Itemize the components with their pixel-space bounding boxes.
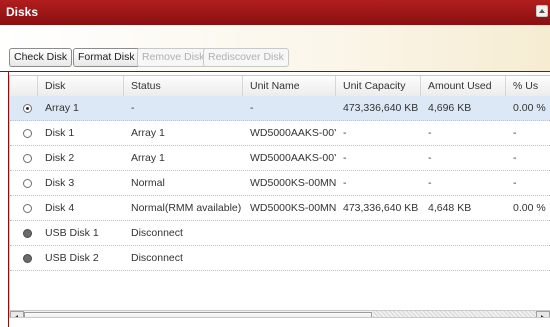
panel-titlebar: Disks (0, 0, 550, 25)
cell-used: - (428, 177, 432, 189)
cell-disk: Disk 1 (45, 127, 75, 139)
cell-pct: 0.00 % (513, 202, 546, 214)
table-row[interactable]: USB Disk 2 Disconnect (10, 246, 550, 271)
column-header-unit-capacity[interactable]: Unit Capacity (336, 76, 421, 96)
cell-unit: WD5000AAKS-00YGA (250, 152, 336, 164)
cell-capacity (336, 221, 421, 245)
cell-unit: WD5000KS-00MNB0 (250, 177, 336, 189)
table-row[interactable]: Array 1 - - 473,336,640 KB 4,696 KB 0.00 % (10, 96, 550, 121)
cell-pct: - (513, 152, 517, 164)
table-row[interactable]: Disk 3NormalWD5000KS-00MNB0--- (10, 171, 550, 196)
cell-pct: 0.00 % (513, 102, 546, 114)
cell-status: Array 1 (131, 152, 165, 164)
cell-pct: - (513, 127, 517, 139)
cell-capacity: - (343, 152, 347, 164)
column-header-disk[interactable]: Disk (38, 76, 124, 96)
cell-capacity: - (343, 127, 347, 139)
cell-disk: USB Disk 2 (45, 252, 99, 264)
cell-used: 4,696 KB (428, 102, 472, 114)
collapse-icon[interactable] (536, 5, 548, 17)
row-radio-button[interactable] (23, 104, 32, 113)
row-radio-button[interactable] (23, 129, 32, 138)
row-radio-button[interactable] (23, 154, 32, 163)
cell-capacity: 473,336,640 KB (343, 202, 419, 214)
horizontal-scrollbar[interactable] (10, 310, 550, 317)
cell-status: Normal (131, 177, 165, 189)
row-radio-button[interactable] (23, 204, 32, 213)
table-row[interactable]: Disk 4 Normal(RMM available) WD5000KS-00MN… (10, 196, 550, 221)
rediscover-disk-button: Rediscover Disk (203, 48, 289, 67)
cell-disk: Disk 3 (45, 177, 75, 189)
table-row[interactable]: USB Disk 1 Disconnect (10, 221, 550, 246)
cell-capacity (336, 246, 421, 270)
cell-unit (243, 221, 336, 245)
column-header-percent-used[interactable]: % Us (506, 76, 550, 96)
remove-disk-button: Remove Disk (137, 48, 210, 67)
cell-status: Disconnect (131, 252, 183, 264)
scroll-right-icon[interactable] (536, 311, 550, 317)
disks-panel: Disks Check Disk Format Disk Remove Disk… (0, 0, 550, 327)
row-radio-button (23, 229, 32, 238)
column-header-status[interactable]: Status (124, 76, 243, 96)
disk-table: Disk Status Unit Name Unit Capacity Amou… (9, 75, 550, 318)
check-disk-button[interactable]: Check Disk (9, 48, 73, 67)
table-row[interactable]: Disk 2Array 1WD5000AAKS-00YGA--- (10, 146, 550, 171)
row-radio-button (23, 254, 32, 263)
cell-disk: Array 1 (45, 102, 79, 114)
cell-used (421, 221, 506, 245)
divider (0, 71, 550, 72)
column-header-unit-name[interactable]: Unit Name (243, 76, 336, 96)
cell-used: 4,648 KB (428, 202, 472, 214)
row-radio-button[interactable] (23, 179, 32, 188)
cell-status: Normal(RMM available) (131, 202, 242, 214)
cell-status: - (131, 102, 135, 114)
cell-status: Disconnect (131, 227, 183, 239)
cell-disk: USB Disk 1 (45, 227, 99, 239)
cell-pct (506, 221, 550, 245)
cell-used: - (428, 152, 432, 164)
table-row[interactable]: Disk 1Array 1WD5000AAKS-00YGA--- (10, 121, 550, 146)
cell-unit: WD5000AAKS-00YGA (250, 127, 336, 139)
cell-used (421, 246, 506, 270)
panel-title: Disks (6, 5, 39, 19)
cell-pct: - (513, 177, 517, 189)
header-radio-col (10, 76, 38, 96)
cell-unit (243, 246, 336, 270)
cell-disk: Disk 2 (45, 152, 75, 164)
cell-unit: WD5000KS-00MNB0 (250, 202, 336, 214)
format-disk-button[interactable]: Format Disk (73, 48, 140, 67)
scrollbar-thumb[interactable] (24, 312, 372, 317)
scroll-left-icon[interactable] (10, 311, 24, 317)
cell-used: - (428, 127, 432, 139)
table-header: Disk Status Unit Name Unit Capacity Amou… (10, 76, 550, 97)
cell-capacity: - (343, 177, 347, 189)
column-header-amount-used[interactable]: Amount Used (421, 76, 506, 96)
cell-disk: Disk 4 (45, 202, 75, 214)
cell-capacity: 473,336,640 KB (343, 102, 419, 114)
cell-pct (506, 246, 550, 270)
cell-unit: - (250, 102, 254, 114)
scrollbar-track[interactable] (373, 311, 536, 317)
cell-status: Array 1 (131, 127, 165, 139)
